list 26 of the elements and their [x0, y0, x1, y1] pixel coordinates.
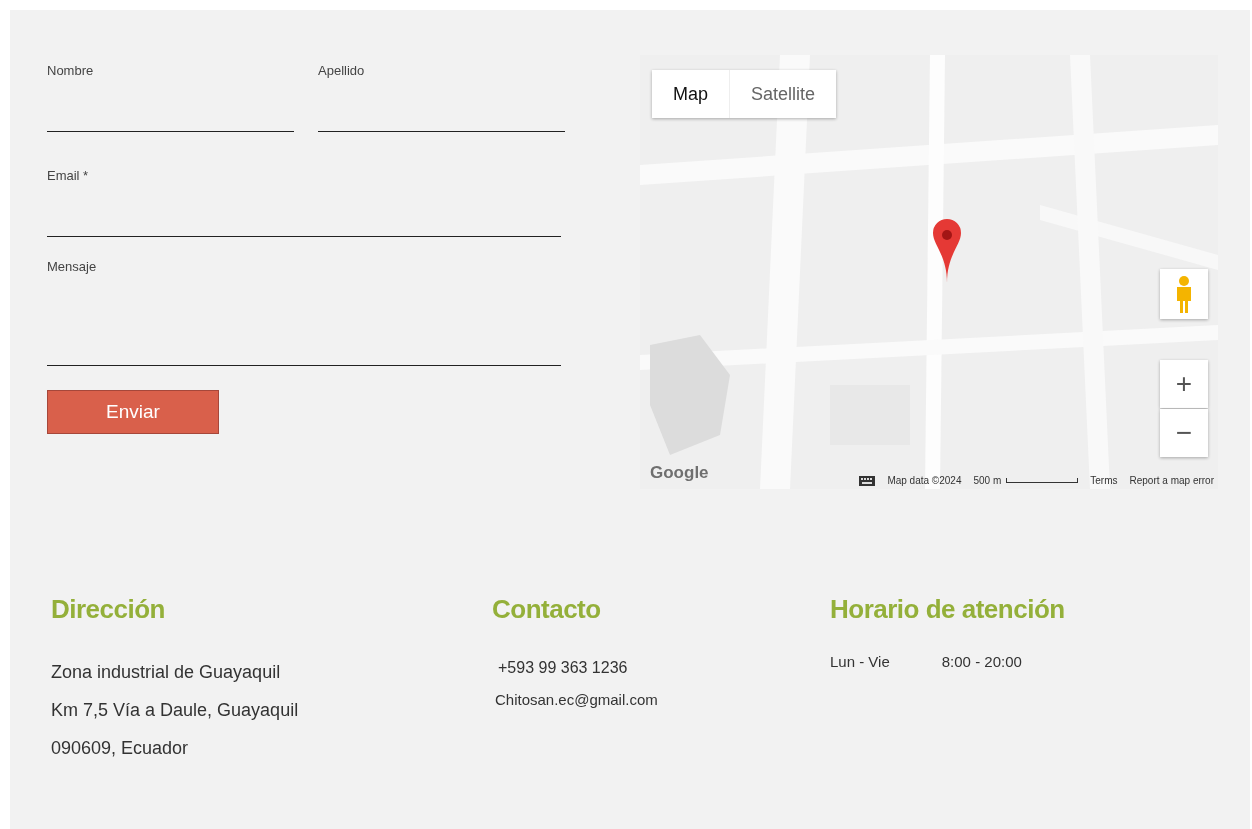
- submit-button[interactable]: Enviar: [47, 390, 219, 434]
- section-heading: Contacto: [492, 594, 602, 625]
- report-link[interactable]: Report a map error: [1129, 475, 1214, 486]
- hours-label: 8:00 - 20:00: [941, 653, 1022, 670]
- email-address: Chitosan.ec@gmail.com: [494, 690, 659, 710]
- map-logo: Google: [650, 463, 709, 483]
- address-line: Zona industrial de Guayaquil: [51, 661, 282, 684]
- field-label: Nombre: [47, 63, 95, 79]
- section-heading: Dirección: [51, 594, 166, 625]
- zoom-in-button[interactable]: +: [1160, 360, 1208, 408]
- zoom-out-button[interactable]: −: [1160, 409, 1208, 457]
- scale-label: 500 m: [973, 475, 1002, 486]
- section-heading: Horario de atención: [830, 594, 1065, 625]
- phone-number: +593 99 363 1236: [497, 658, 629, 678]
- map-attribution: Map data ©2024: [887, 475, 962, 486]
- map-type-tab[interactable]: Map: [652, 70, 729, 118]
- address-line: 090609, Ecuador: [51, 737, 190, 760]
- person-icon[interactable]: [1174, 275, 1194, 313]
- map-type-tab[interactable]: Satellite: [729, 70, 837, 118]
- terms-link[interactable]: Terms: [1090, 475, 1118, 486]
- field-label: Email *: [47, 168, 90, 184]
- keyboard-icon[interactable]: [859, 475, 876, 486]
- address-line: Km 7,5 Vía a Daule, Guayaquil: [51, 699, 300, 722]
- days-label: Lun - Vie: [830, 653, 890, 670]
- field-label: Apellido: [318, 63, 366, 79]
- field-label: Mensaje: [47, 259, 98, 275]
